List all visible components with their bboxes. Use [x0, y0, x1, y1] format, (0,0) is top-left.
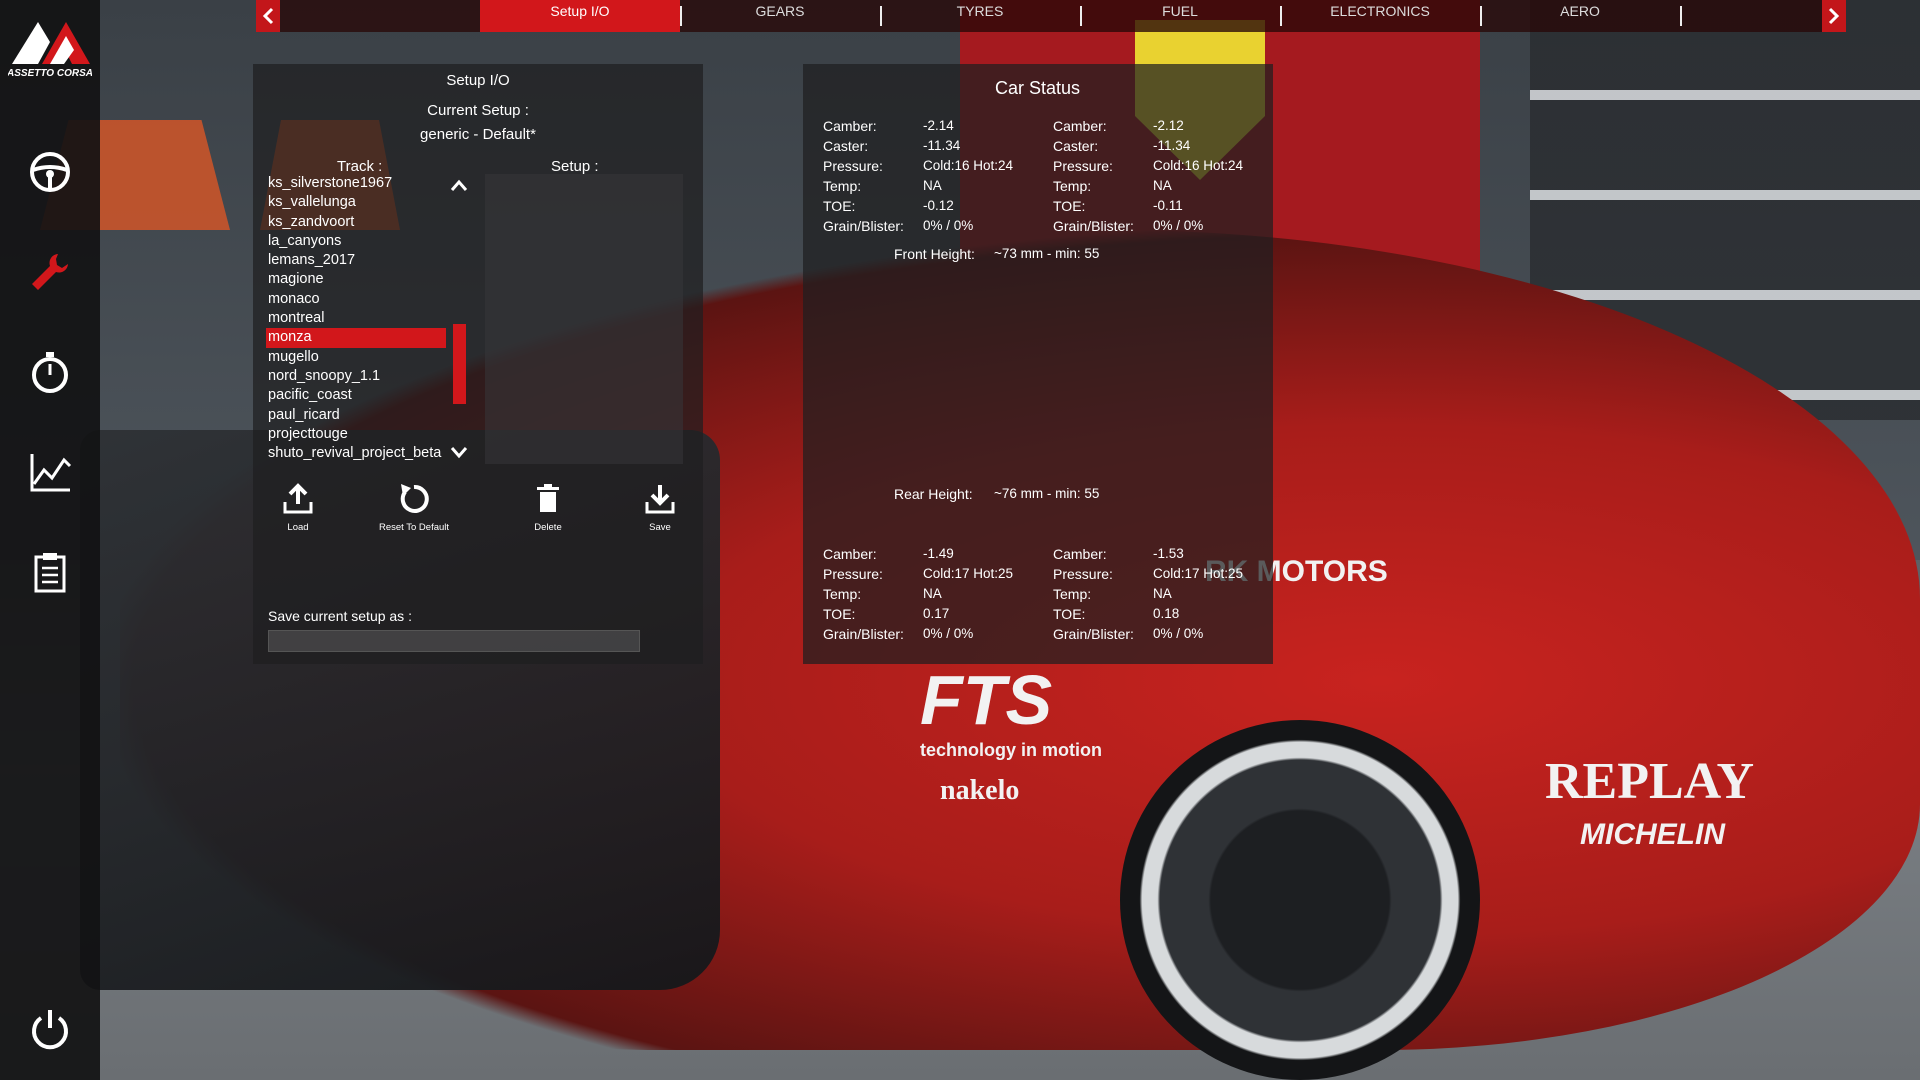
- list-item[interactable]: montreal: [266, 309, 446, 328]
- tab-aero[interactable]: AERO: [1480, 0, 1680, 32]
- setup-list[interactable]: [485, 174, 683, 464]
- chevron-down-icon[interactable]: [449, 442, 469, 462]
- upload-icon: [283, 483, 313, 514]
- tab-tyres[interactable]: TYRES: [880, 0, 1080, 32]
- list-item-selected[interactable]: monza: [266, 328, 446, 348]
- assetto-corsa-logo: ASSETTO CORSA: [6, 14, 93, 79]
- save-label: Save: [649, 522, 671, 533]
- clipboard-icon[interactable]: [26, 548, 74, 596]
- telemetry-chart-icon[interactable]: [26, 448, 74, 496]
- list-item[interactable]: monaco: [266, 290, 446, 309]
- load-button[interactable]: Load: [253, 482, 343, 533]
- car-status-title: Car Status: [995, 78, 1081, 98]
- livery-nakelo: nakelo: [940, 775, 1020, 806]
- tab-next-button[interactable]: [1822, 0, 1846, 32]
- list-item[interactable]: pacific_coast: [266, 386, 446, 405]
- tab-gears[interactable]: GEARS: [680, 0, 880, 32]
- steering-wheel-icon[interactable]: [26, 148, 74, 196]
- track-list-scrollbar[interactable]: [449, 174, 469, 464]
- list-item[interactable]: paul_ricard: [266, 406, 446, 425]
- list-item[interactable]: magione: [266, 270, 446, 289]
- wrench-icon[interactable]: [26, 248, 74, 296]
- save-button[interactable]: Save: [615, 482, 705, 533]
- stopwatch-icon[interactable]: [26, 348, 74, 396]
- chevron-up-icon[interactable]: [449, 176, 469, 196]
- setup-label: Setup :: [551, 158, 599, 175]
- chevron-left-icon: [262, 7, 274, 25]
- track-list[interactable]: ks_silverstone1967 ks_vallelunga ks_zand…: [266, 174, 446, 464]
- power-icon[interactable]: [26, 1006, 74, 1054]
- car-status-panel: Car Status Camber: -2.14 Caster: -11.34 Pr…: [803, 64, 1273, 664]
- delete-label: Delete: [534, 522, 562, 533]
- reset-label: Reset To Default: [378, 522, 450, 533]
- livery-fts: FTS: [920, 661, 1053, 739]
- car-wheel: [1120, 720, 1480, 1080]
- list-item[interactable]: ks_vallelunga: [266, 193, 446, 212]
- livery-replay: REPLAY: [1545, 753, 1755, 810]
- logo-text: ASSETTO CORSA: [8, 68, 92, 78]
- list-item[interactable]: la_canyons: [266, 232, 446, 251]
- list-item[interactable]: lemans_2017: [266, 251, 446, 270]
- list-item[interactable]: ks_silverstone1967: [266, 174, 446, 193]
- livery-fts-sub: technology in motion: [920, 740, 1102, 760]
- track-label: Track :: [337, 158, 383, 175]
- setup-io-panel: Setup I/O Current Setup : generic - Defa…: [253, 64, 703, 664]
- sidebar: ASSETTO CORSA: [0, 0, 100, 1080]
- livery-michelin: MICHELIN: [1580, 818, 1725, 851]
- list-item[interactable]: ks_zandvoort: [266, 213, 446, 232]
- tab-setup-io[interactable]: Setup I/O: [480, 0, 680, 32]
- load-label: Load: [287, 522, 309, 533]
- list-item[interactable]: mugello: [266, 348, 446, 367]
- save-as-label: Save current setup as :: [268, 608, 412, 624]
- tab-separator: [1680, 6, 1682, 26]
- current-setup-label: Current Setup :: [427, 102, 529, 119]
- list-item[interactable]: nord_snoopy_1.1: [266, 367, 446, 386]
- current-setup-value: generic - Default*: [420, 126, 536, 143]
- list-item[interactable]: projecttouge: [266, 425, 446, 444]
- chevron-right-icon: [1828, 7, 1840, 25]
- top-tab-bar: Setup I/O GEARS TYRES FUEL ELECTRONICS A…: [256, 0, 1846, 32]
- list-item[interactable]: shuto_revival_project_beta: [266, 444, 446, 463]
- tab-fuel[interactable]: FUEL: [1080, 0, 1280, 32]
- panel-title: Setup I/O: [446, 72, 510, 89]
- scroll-thumb[interactable]: [453, 324, 466, 404]
- reset-icon: [400, 484, 429, 513]
- save-as-input[interactable]: [268, 630, 640, 652]
- tab-electronics[interactable]: ELECTRONICS: [1280, 0, 1480, 32]
- trash-icon: [537, 484, 559, 512]
- tab-prev-button[interactable]: [256, 0, 280, 32]
- download-icon: [645, 485, 675, 514]
- reset-to-default-button[interactable]: Reset To Default: [369, 482, 459, 533]
- delete-button[interactable]: Delete: [503, 482, 593, 533]
